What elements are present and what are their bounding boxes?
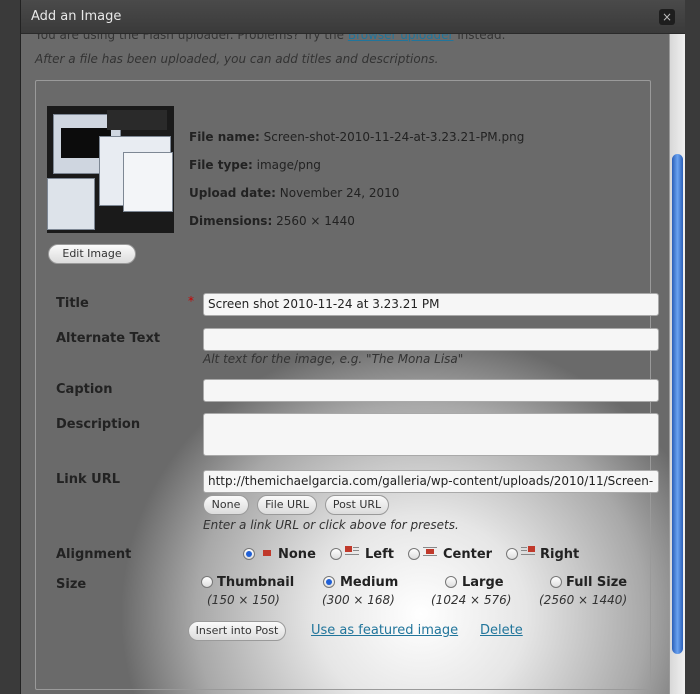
link-none-button[interactable]: None	[203, 495, 249, 515]
scrollbar-thumb[interactable]	[672, 154, 683, 654]
align-right-radio[interactable]	[506, 548, 518, 560]
dimensions-label: Dimensions:	[189, 214, 273, 228]
alt-text-label: Alternate Text	[56, 331, 161, 346]
caption-label: Caption	[56, 382, 113, 397]
size-medium-radio[interactable]	[323, 576, 335, 588]
size-large-dims: (1024 × 576)	[431, 593, 512, 607]
caption-input[interactable]	[203, 379, 659, 402]
required-marker: *	[188, 294, 194, 308]
media-item-panel: File name: Screen-shot-2010-11-24-at-3.2…	[35, 80, 659, 690]
uploader-notice: You are using the Flash uploader. Proble…	[35, 34, 505, 42]
upload-date-row: Upload date: November 24, 2010	[189, 186, 399, 200]
edit-image-button[interactable]: Edit Image	[48, 244, 136, 264]
align-left-radio[interactable]	[330, 548, 342, 560]
insert-into-post-button[interactable]: Insert into Post	[188, 621, 286, 641]
align-center-icon	[423, 546, 437, 556]
dialog-title: Add an Image	[31, 9, 122, 24]
align-left-icon	[345, 546, 359, 556]
link-file-url-button[interactable]: File URL	[257, 495, 317, 515]
file-type-row: File type: image/png	[189, 158, 321, 172]
dialog-titlebar: Add an Image ×	[21, 0, 685, 34]
alignment-label: Alignment	[56, 547, 132, 562]
size-thumbnail-radio[interactable]	[201, 576, 213, 588]
size-full-label: Full Size	[566, 575, 628, 590]
align-right-label: Right	[540, 547, 580, 562]
dimensions-row: Dimensions: 2560 × 1440	[189, 214, 355, 228]
size-full-radio[interactable]	[550, 576, 562, 588]
close-icon[interactable]: ×	[659, 9, 675, 25]
file-name-label: File name:	[189, 130, 260, 144]
align-center-radio[interactable]	[408, 548, 420, 560]
delete-link[interactable]: Delete	[480, 623, 523, 638]
size-medium-dims: (300 × 168)	[322, 593, 395, 607]
uploader-notice-suffix: instead.	[453, 34, 506, 42]
uploader-notice-text: You are using the Flash uploader. Proble…	[35, 34, 348, 42]
description-label: Description	[56, 417, 141, 432]
alt-text-help: Alt text for the image, e.g. "The Mona L…	[203, 352, 464, 366]
alt-text-input[interactable]	[203, 328, 659, 351]
browser-uploader-link[interactable]: Browser uploader	[348, 34, 454, 42]
image-thumbnail	[47, 106, 174, 233]
featured-image-link[interactable]: Use as featured image	[311, 623, 458, 638]
size-large-label: Large	[462, 575, 504, 590]
description-textarea[interactable]	[203, 413, 659, 456]
title-label: Title	[56, 296, 89, 311]
align-none-label: None	[278, 547, 316, 562]
file-type-label: File type:	[189, 158, 253, 172]
link-url-input[interactable]: http://themichaelgarcia.com/galleria/wp-…	[203, 470, 659, 493]
align-right-icon	[521, 546, 535, 556]
size-large-radio[interactable]	[445, 576, 457, 588]
size-thumbnail-label: Thumbnail	[217, 575, 295, 590]
link-url-help: Enter a link URL or click above for pres…	[203, 518, 459, 532]
upload-hint: After a file has been uploaded, you can …	[35, 52, 439, 66]
upload-date-label: Upload date:	[189, 186, 276, 200]
size-thumbnail-dims: (150 × 150)	[207, 593, 280, 607]
size-full-dims: (2560 × 1440)	[539, 593, 628, 607]
title-input[interactable]: Screen shot 2010-11-24 at 3.23.21 PM	[203, 293, 659, 316]
dialog-scrollbar[interactable]	[669, 34, 685, 694]
file-name-value: Screen-shot-2010-11-24-at-3.23.21-PM.png	[263, 130, 525, 144]
file-type-value: image/png	[256, 158, 321, 172]
dialog-content: You are using the Flash uploader. Proble…	[21, 34, 669, 694]
size-medium-label: Medium	[340, 575, 399, 590]
align-none-icon	[260, 548, 274, 558]
align-none-radio[interactable]	[243, 548, 255, 560]
file-name-row: File name: Screen-shot-2010-11-24-at-3.2…	[189, 130, 524, 144]
dimensions-value: 2560 × 1440	[276, 214, 355, 228]
upload-date-value: November 24, 2010	[279, 186, 400, 200]
align-left-label: Left	[365, 547, 394, 562]
add-image-dialog: Add an Image × You are using the Flash u…	[20, 0, 685, 694]
size-label: Size	[56, 577, 87, 592]
link-url-label: Link URL	[56, 472, 121, 487]
link-post-url-button[interactable]: Post URL	[325, 495, 389, 515]
align-center-label: Center	[443, 547, 493, 562]
